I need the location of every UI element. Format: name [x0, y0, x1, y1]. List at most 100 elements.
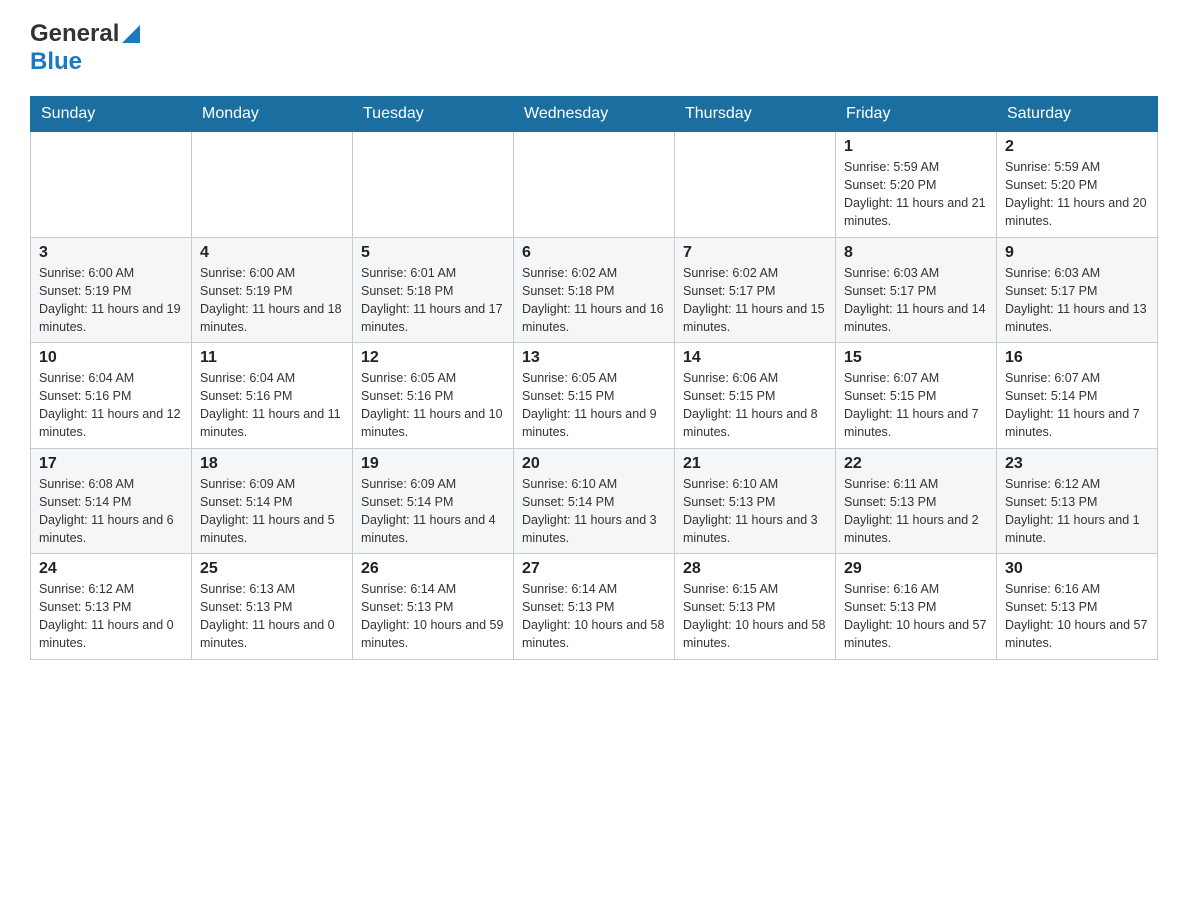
weekday-header-sunday: Sunday: [31, 97, 192, 132]
calendar-cell: 28Sunrise: 6:15 AM Sunset: 5:13 PM Dayli…: [675, 554, 836, 660]
day-number: 27: [522, 560, 666, 578]
day-number: 8: [844, 244, 988, 262]
day-info: Sunrise: 6:06 AM Sunset: 5:15 PM Dayligh…: [683, 369, 827, 442]
day-number: 21: [683, 455, 827, 473]
day-info: Sunrise: 6:08 AM Sunset: 5:14 PM Dayligh…: [39, 475, 183, 548]
calendar-cell: [353, 132, 514, 238]
day-info: Sunrise: 6:05 AM Sunset: 5:15 PM Dayligh…: [522, 369, 666, 442]
day-number: 10: [39, 349, 183, 367]
day-info: Sunrise: 6:15 AM Sunset: 5:13 PM Dayligh…: [683, 580, 827, 653]
day-number: 12: [361, 349, 505, 367]
day-number: 6: [522, 244, 666, 262]
calendar-cell: 5Sunrise: 6:01 AM Sunset: 5:18 PM Daylig…: [353, 237, 514, 343]
calendar-cell: 22Sunrise: 6:11 AM Sunset: 5:13 PM Dayli…: [836, 448, 997, 554]
day-info: Sunrise: 6:12 AM Sunset: 5:13 PM Dayligh…: [39, 580, 183, 653]
calendar-cell: 9Sunrise: 6:03 AM Sunset: 5:17 PM Daylig…: [997, 237, 1158, 343]
week-row-2: 3 Sunrise: 6:00 AM Sunset: 5:19 PM Daylig…: [31, 237, 1158, 343]
day-info: Sunrise: 6:13 AM Sunset: 5:13 PM Dayligh…: [200, 580, 344, 653]
calendar-cell: 24 Sunrise: 6:12 AM Sunset: 5:13 PM Dayli…: [31, 554, 192, 660]
day-info: Sunrise: 6:04 AM Sunset: 5:16 PM Dayligh…: [200, 369, 344, 442]
day-number: 17: [39, 455, 183, 473]
calendar-cell: 15 Sunrise: 6:07 AM Sunset: 5:15 PM Dayli…: [836, 343, 997, 449]
calendar-table: SundayMondayTuesdayWednesdayThursdayFrid…: [30, 96, 1158, 660]
day-info: Sunrise: 6:05 AM Sunset: 5:16 PM Dayligh…: [361, 369, 505, 442]
calendar-cell: 20 Sunrise: 6:10 AM Sunset: 5:14 PM Dayli…: [514, 448, 675, 554]
day-info: Sunrise: 5:59 AM Sunset: 5:20 PM Dayligh…: [844, 158, 988, 231]
day-info: Sunrise: 6:14 AM Sunset: 5:13 PM Dayligh…: [361, 580, 505, 653]
day-info: Sunrise: 6:02 AM Sunset: 5:17 PM Dayligh…: [683, 264, 827, 337]
calendar-cell: 4Sunrise: 6:00 AM Sunset: 5:19 PM Daylig…: [192, 237, 353, 343]
weekday-header-monday: Monday: [192, 97, 353, 132]
day-info: Sunrise: 6:00 AM Sunset: 5:19 PM Dayligh…: [39, 264, 183, 337]
day-info: Sunrise: 6:02 AM Sunset: 5:18 PM Dayligh…: [522, 264, 666, 337]
calendar-cell: [675, 132, 836, 238]
calendar-cell: 12 Sunrise: 6:05 AM Sunset: 5:16 PM Dayli…: [353, 343, 514, 449]
day-info: Sunrise: 6:00 AM Sunset: 5:19 PM Dayligh…: [200, 264, 344, 337]
day-info: Sunrise: 6:11 AM Sunset: 5:13 PM Dayligh…: [844, 475, 988, 548]
calendar-cell: 8 Sunrise: 6:03 AM Sunset: 5:17 PM Daylig…: [836, 237, 997, 343]
day-info: Sunrise: 6:09 AM Sunset: 5:14 PM Dayligh…: [200, 475, 344, 548]
day-number: 5: [361, 244, 505, 262]
page-header: General Blue: [30, 20, 1158, 76]
day-info: Sunrise: 6:07 AM Sunset: 5:15 PM Dayligh…: [844, 369, 988, 442]
day-info: Sunrise: 6:16 AM Sunset: 5:13 PM Dayligh…: [844, 580, 988, 653]
day-number: 14: [683, 349, 827, 367]
day-number: 30: [1005, 560, 1149, 578]
calendar-header-row: SundayMondayTuesdayWednesdayThursdayFrid…: [31, 97, 1158, 132]
calendar-cell: 16Sunrise: 6:07 AM Sunset: 5:14 PM Dayli…: [997, 343, 1158, 449]
week-row-3: 10 Sunrise: 6:04 AM Sunset: 5:16 PM Dayli…: [31, 343, 1158, 449]
calendar-cell: 19 Sunrise: 6:09 AM Sunset: 5:14 PM Dayli…: [353, 448, 514, 554]
calendar-cell: 27 Sunrise: 6:14 AM Sunset: 5:13 PM Dayli…: [514, 554, 675, 660]
day-number: 18: [200, 455, 344, 473]
calendar-cell: 14 Sunrise: 6:06 AM Sunset: 5:15 PM Dayli…: [675, 343, 836, 449]
day-info: Sunrise: 6:09 AM Sunset: 5:14 PM Dayligh…: [361, 475, 505, 548]
logo: General Blue: [30, 20, 140, 76]
day-number: 19: [361, 455, 505, 473]
day-number: 13: [522, 349, 666, 367]
day-info: Sunrise: 6:16 AM Sunset: 5:13 PM Dayligh…: [1005, 580, 1149, 653]
day-info: Sunrise: 5:59 AM Sunset: 5:20 PM Dayligh…: [1005, 158, 1149, 231]
logo-blue-text: Blue: [30, 48, 82, 75]
calendar-cell: 21 Sunrise: 6:10 AM Sunset: 5:13 PM Dayli…: [675, 448, 836, 554]
logo-triangle-icon: [122, 21, 140, 48]
day-number: 1: [844, 138, 988, 156]
day-number: 24: [39, 560, 183, 578]
calendar-cell: [31, 132, 192, 238]
weekday-header-friday: Friday: [836, 97, 997, 132]
day-number: 29: [844, 560, 988, 578]
weekday-header-thursday: Thursday: [675, 97, 836, 132]
day-info: Sunrise: 6:10 AM Sunset: 5:13 PM Dayligh…: [683, 475, 827, 548]
day-number: 9: [1005, 244, 1149, 262]
calendar-cell: 18 Sunrise: 6:09 AM Sunset: 5:14 PM Dayli…: [192, 448, 353, 554]
calendar-cell: [192, 132, 353, 238]
day-number: 11: [200, 349, 344, 367]
day-number: 15: [844, 349, 988, 367]
weekday-header-tuesday: Tuesday: [353, 97, 514, 132]
day-info: Sunrise: 6:10 AM Sunset: 5:14 PM Dayligh…: [522, 475, 666, 548]
weekday-header-saturday: Saturday: [997, 97, 1158, 132]
day-number: 20: [522, 455, 666, 473]
calendar-cell: 1 Sunrise: 5:59 AM Sunset: 5:20 PM Daylig…: [836, 132, 997, 238]
calendar-cell: 23Sunrise: 6:12 AM Sunset: 5:13 PM Dayli…: [997, 448, 1158, 554]
day-number: 16: [1005, 349, 1149, 367]
day-number: 7: [683, 244, 827, 262]
calendar-cell: 26Sunrise: 6:14 AM Sunset: 5:13 PM Dayli…: [353, 554, 514, 660]
week-row-5: 24 Sunrise: 6:12 AM Sunset: 5:13 PM Dayli…: [31, 554, 1158, 660]
calendar-cell: 13 Sunrise: 6:05 AM Sunset: 5:15 PM Dayli…: [514, 343, 675, 449]
calendar-cell: 6 Sunrise: 6:02 AM Sunset: 5:18 PM Daylig…: [514, 237, 675, 343]
calendar-cell: 11 Sunrise: 6:04 AM Sunset: 5:16 PM Dayli…: [192, 343, 353, 449]
day-info: Sunrise: 6:14 AM Sunset: 5:13 PM Dayligh…: [522, 580, 666, 653]
day-number: 25: [200, 560, 344, 578]
calendar-cell: 7 Sunrise: 6:02 AM Sunset: 5:17 PM Daylig…: [675, 237, 836, 343]
day-info: Sunrise: 6:03 AM Sunset: 5:17 PM Dayligh…: [844, 264, 988, 337]
day-info: Sunrise: 6:04 AM Sunset: 5:16 PM Dayligh…: [39, 369, 183, 442]
weekday-header-wednesday: Wednesday: [514, 97, 675, 132]
calendar-cell: 10 Sunrise: 6:04 AM Sunset: 5:16 PM Dayli…: [31, 343, 192, 449]
logo-general-text: General: [30, 20, 119, 48]
calendar-cell: 25 Sunrise: 6:13 AM Sunset: 5:13 PM Dayli…: [192, 554, 353, 660]
calendar-cell: 2Sunrise: 5:59 AM Sunset: 5:20 PM Daylig…: [997, 132, 1158, 238]
calendar-cell: 17 Sunrise: 6:08 AM Sunset: 5:14 PM Dayli…: [31, 448, 192, 554]
day-info: Sunrise: 6:12 AM Sunset: 5:13 PM Dayligh…: [1005, 475, 1149, 548]
week-row-4: 17 Sunrise: 6:08 AM Sunset: 5:14 PM Dayli…: [31, 448, 1158, 554]
day-number: 3: [39, 244, 183, 262]
